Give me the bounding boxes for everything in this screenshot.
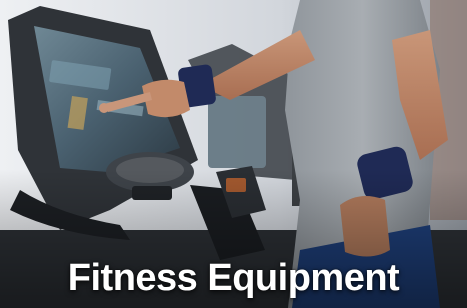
fitness-equipment-card[interactable]: Fitness Equipment	[0, 0, 467, 308]
caption-title: Fitness Equipment	[67, 257, 400, 299]
